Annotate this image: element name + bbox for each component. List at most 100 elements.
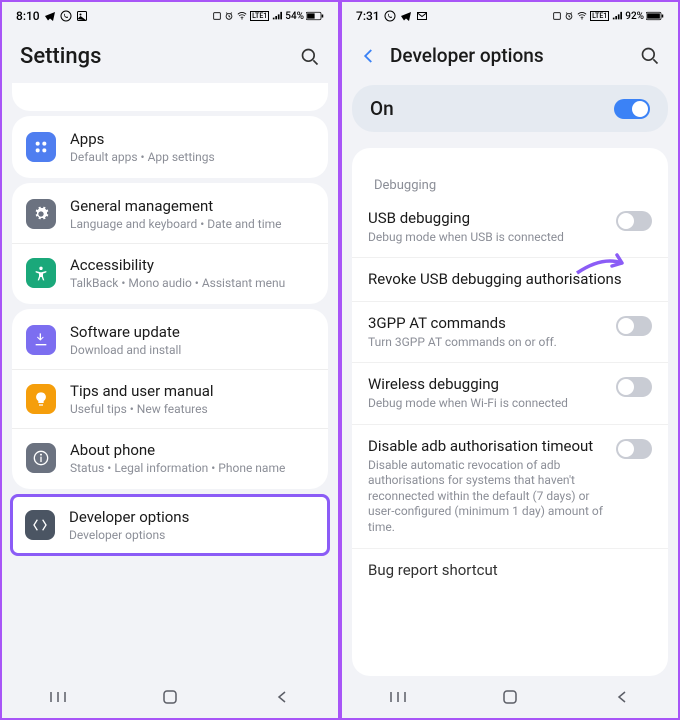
status-net: LTE1 (250, 11, 269, 21)
item-sub: Disable automatic revocation of adb auth… (368, 458, 604, 536)
settings-row-accessibility[interactable]: Accessibility TalkBack • Mono audio • As… (12, 243, 328, 302)
item-title: 3GPP AT commands (368, 314, 604, 333)
row-sub: Download and install (70, 343, 314, 357)
page-title: Developer options (390, 44, 544, 67)
master-toggle[interactable] (614, 99, 650, 119)
card-partial-top (352, 148, 668, 168)
row-title: Apps (70, 130, 314, 148)
item-sub: Debug mode when Wi-Fi is connected (368, 396, 604, 412)
status-net: LTE1 (590, 11, 609, 21)
developer-icon (32, 517, 48, 533)
page-title: Settings (20, 44, 101, 69)
battery-icon (646, 11, 664, 21)
phone-left-settings: 8:10 LTE1 54% Settings Apps (0, 0, 340, 720)
settings-row-software-update[interactable]: Software update Download and install (12, 311, 328, 369)
search-icon[interactable] (300, 47, 320, 67)
item-bug-report-shortcut[interactable]: Bug report shortcut (352, 548, 668, 592)
status-bar: 8:10 LTE1 54% (2, 2, 338, 30)
debugging-list[interactable]: USB debugging Debug mode when USB is con… (352, 197, 668, 676)
back-icon[interactable] (360, 47, 378, 65)
item-disable-adb-timeout[interactable]: Disable adb authorisation timeout Disabl… (352, 424, 668, 548)
alarm-icon (564, 11, 574, 21)
item-revoke-usb[interactable]: Revoke USB debugging authorisations (352, 257, 668, 301)
gmail-icon (416, 10, 428, 22)
section-label-debugging: Debugging (352, 168, 668, 197)
item-usb-debugging[interactable]: USB debugging Debug mode when USB is con… (352, 197, 668, 257)
settings-group-system: Software update Download and install Tip… (12, 309, 328, 489)
highlight-developer-options: Developer options Developer options (10, 494, 330, 556)
tips-icon (33, 391, 49, 407)
row-title: Tips and user manual (70, 382, 314, 400)
wifi-icon (576, 11, 588, 21)
settings-row-tips[interactable]: Tips and user manual Useful tips • New f… (12, 369, 328, 428)
nav-home[interactable] (496, 688, 524, 706)
battery-icon (306, 11, 324, 21)
accessibility-icon (33, 265, 49, 281)
image-icon (76, 10, 88, 22)
row-sub: Default apps • App settings (70, 150, 314, 164)
toggle-usb-debugging[interactable] (616, 211, 652, 231)
item-title: USB debugging (368, 209, 604, 228)
row-sub: TalkBack • Mono audio • Assistant menu (70, 276, 314, 290)
header: Developer options (342, 30, 678, 81)
whatsapp-icon (60, 10, 72, 22)
status-battery-pct: 92% (625, 11, 644, 22)
nav-home[interactable] (156, 688, 184, 706)
row-sub: Status • Legal information • Phone name (70, 461, 314, 475)
row-title: About phone (70, 441, 314, 459)
item-wireless-debugging[interactable]: Wireless debugging Debug mode when Wi-Fi… (352, 362, 668, 423)
item-title: Wireless debugging (368, 375, 604, 394)
nav-back[interactable] (608, 688, 636, 706)
settings-group-general: General management Language and keyboard… (12, 183, 328, 304)
item-3gpp-at[interactable]: 3GPP AT commands Turn 3GPP AT commands o… (352, 301, 668, 362)
info-icon (33, 450, 49, 466)
nfc-icon (552, 11, 562, 21)
signal-icon (271, 11, 283, 21)
toggle-adb-timeout[interactable] (616, 439, 652, 459)
master-toggle-label: On (370, 97, 394, 120)
nav-bar (2, 676, 338, 718)
header: Settings (2, 30, 338, 83)
phone-right-developer-options: 7:31 LTE1 92% Developer options On Debug… (340, 0, 680, 720)
settings-scroll[interactable]: Apps Default apps • App settings General… (2, 83, 338, 676)
signal-icon (611, 11, 623, 21)
update-icon (33, 332, 49, 348)
settings-row-about-phone[interactable]: About phone Status • Legal information •… (12, 428, 328, 487)
search-icon[interactable] (640, 46, 660, 66)
card-partial-top (12, 83, 328, 111)
item-title: Disable adb authorisation timeout (368, 437, 604, 456)
whatsapp-icon (384, 10, 396, 22)
row-sub: Developer options (69, 528, 315, 542)
gear-icon (33, 206, 49, 222)
status-bar: 7:31 LTE1 92% (342, 2, 678, 30)
apps-icon (33, 139, 49, 155)
settings-row-general-management[interactable]: General management Language and keyboard… (12, 185, 328, 243)
row-title: Software update (70, 323, 314, 341)
row-title: Accessibility (70, 256, 314, 274)
toggle-wireless[interactable] (616, 377, 652, 397)
alarm-icon (224, 11, 234, 21)
settings-group-apps: Apps Default apps • App settings (12, 116, 328, 178)
toggle-3gpp[interactable] (616, 316, 652, 336)
master-toggle-bar[interactable]: On (352, 85, 668, 132)
item-title: Bug report shortcut (368, 561, 652, 580)
nav-back[interactable] (268, 688, 296, 706)
item-sub: Debug mode when USB is connected (368, 230, 604, 246)
wifi-icon (236, 11, 248, 21)
nav-bar (342, 676, 678, 718)
row-title: Developer options (69, 508, 315, 526)
status-time: 8:10 (16, 9, 40, 23)
status-battery-pct: 54% (285, 11, 304, 22)
row-title: General management (70, 197, 314, 215)
nfc-icon (212, 11, 222, 21)
nav-recent[interactable] (384, 688, 412, 706)
item-title: Revoke USB debugging authorisations (368, 270, 652, 289)
nav-recent[interactable] (44, 688, 72, 706)
telegram-icon (44, 10, 56, 22)
item-sub: Turn 3GPP AT commands on or off. (368, 335, 604, 351)
row-sub: Language and keyboard • Date and time (70, 217, 314, 231)
settings-row-apps[interactable]: Apps Default apps • App settings (12, 118, 328, 176)
telegram-icon (400, 10, 412, 22)
status-time: 7:31 (356, 9, 380, 23)
settings-row-developer-options[interactable]: Developer options Developer options (13, 497, 327, 553)
